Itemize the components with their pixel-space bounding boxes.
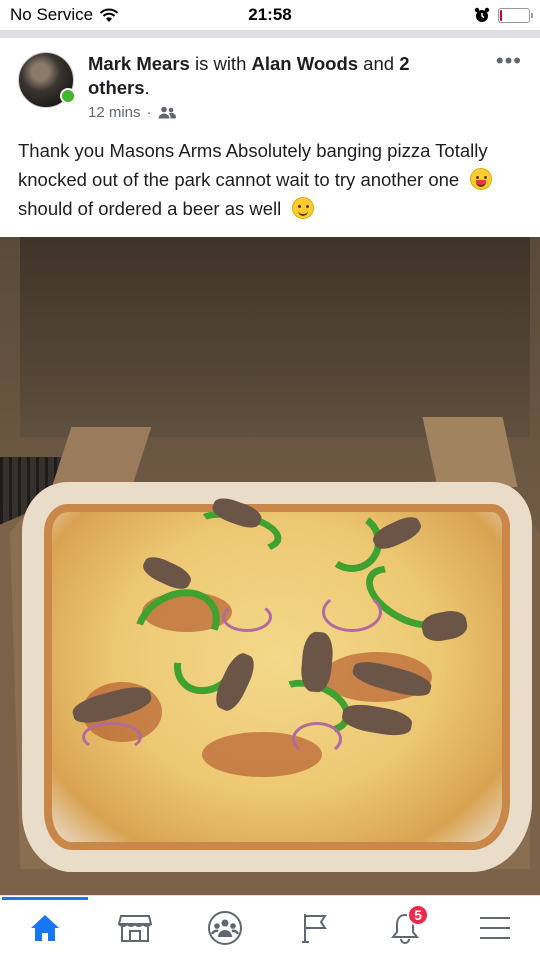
- groups-icon: [208, 911, 242, 945]
- status-bar: No Service 21:58: [0, 0, 540, 30]
- post-title: Mark Mears is with Alan Woods and 2 othe…: [88, 52, 468, 100]
- status-right: [474, 7, 533, 23]
- notification-count-badge: 5: [407, 904, 429, 926]
- post-time[interactable]: 12 mins: [88, 104, 141, 121]
- nav-active-indicator: [2, 897, 88, 900]
- red-onion: [82, 722, 142, 752]
- pizza-in-box-photo[interactable]: [0, 237, 540, 895]
- meat-slice: [369, 512, 425, 554]
- wifi-icon: [99, 8, 119, 22]
- post-meta: 12 mins ·: [88, 104, 176, 121]
- friends-icon[interactable]: [158, 106, 176, 119]
- red-onion: [292, 722, 342, 756]
- menu-icon: [480, 917, 510, 939]
- face-savoring-food-emoji-icon: [470, 168, 493, 190]
- nav-groups[interactable]: [195, 898, 255, 958]
- red-onion: [222, 602, 272, 632]
- red-onion: [322, 592, 382, 632]
- tagged-friend-link[interactable]: Alan Woods: [252, 53, 359, 74]
- pages-flag-icon: [302, 914, 327, 943]
- title-period: .: [144, 77, 150, 98]
- author-name-link[interactable]: Mark Mears: [88, 53, 190, 74]
- nav-pages[interactable]: [285, 898, 345, 958]
- pizza-box-lid-shadow: [20, 237, 530, 437]
- post-text: Thank you Masons Arms Absolutely banging…: [18, 136, 523, 223]
- status-left: No Service: [10, 5, 119, 25]
- more-options-button[interactable]: •••: [496, 50, 522, 72]
- nav-home[interactable]: [2, 897, 88, 958]
- avatar-wrap[interactable]: [18, 52, 76, 108]
- meta-separator: ·: [146, 104, 152, 121]
- alarm-icon: [474, 7, 490, 22]
- pizza-box-flap-right: [422, 417, 518, 487]
- post-text-part2: should of ordered a beer as well: [18, 198, 287, 219]
- home-icon: [31, 915, 59, 941]
- meat-slice: [139, 552, 195, 594]
- status-divider: [0, 30, 540, 38]
- post-text-part1: Thank you Masons Arms Absolutely banging…: [18, 140, 488, 190]
- with-text: is with: [189, 53, 252, 74]
- status-time: 21:58: [248, 5, 292, 24]
- and-text: and: [358, 53, 400, 74]
- battery-level: [500, 9, 502, 21]
- pizza: [22, 482, 532, 872]
- bottom-navigation: 5: [0, 895, 540, 960]
- post-header: Mark Mears is with Alan Woods and 2 othe…: [0, 42, 540, 132]
- nav-menu[interactable]: [465, 898, 525, 958]
- battery-icon: [498, 7, 533, 23]
- marketplace-icon: [118, 915, 152, 942]
- smiling-face-emoji-icon: [292, 197, 315, 219]
- nav-marketplace[interactable]: [105, 898, 165, 958]
- online-status-dot: [60, 88, 76, 104]
- carrier-label: No Service: [10, 5, 94, 24]
- nav-notifications[interactable]: 5: [375, 898, 435, 958]
- meat-slice: [340, 701, 414, 739]
